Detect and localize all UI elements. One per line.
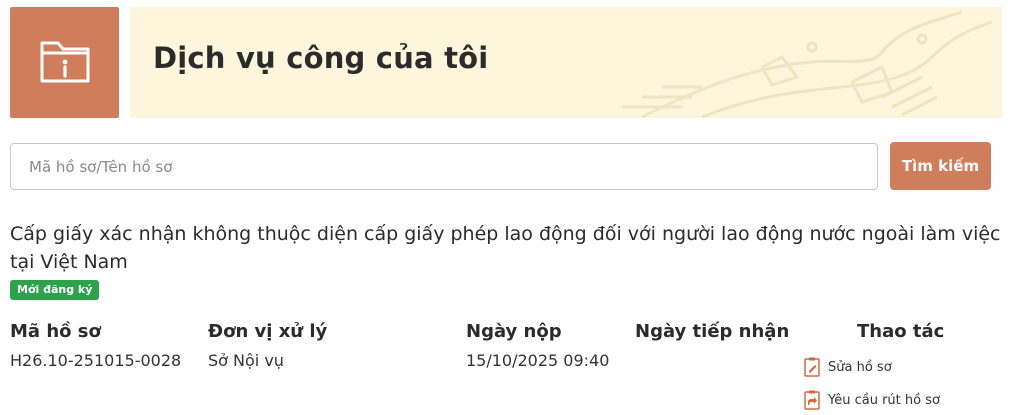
cell-unit: Sở Nội vụ: [208, 351, 284, 370]
status-badge: Mới đăng ký: [10, 280, 100, 300]
edit-record-label: Sửa hồ sơ: [828, 359, 892, 375]
withdraw-document-icon: [804, 390, 820, 410]
search-button[interactable]: Tìm kiếm: [890, 142, 991, 190]
record-title[interactable]: Cấp giấy xác nhận không thuộc diện cấp g…: [10, 220, 1005, 276]
header-actions: Thao tác: [857, 321, 945, 342]
header-icon-tile: [10, 7, 119, 118]
cell-code: H26.10-251015-0028: [10, 351, 182, 370]
header-submitted: Ngày nộp: [466, 321, 562, 342]
header-code: Mã hồ sơ: [10, 321, 101, 342]
search-input[interactable]: [10, 143, 878, 190]
header-banner: Dịch vụ công của tôi: [130, 7, 1002, 118]
cell-submitted: 15/10/2025 09:40: [466, 351, 610, 370]
edit-document-icon: [804, 357, 820, 377]
edit-record-button[interactable]: Sửa hồ sơ: [804, 357, 892, 377]
bird-pattern-decoration: [622, 10, 993, 118]
header-unit: Đơn vị xử lý: [208, 321, 328, 342]
header-received: Ngày tiếp nhận: [635, 321, 790, 342]
withdraw-request-label: Yêu cầu rút hồ sơ: [828, 392, 940, 408]
page-title: Dịch vụ công của tôi: [153, 41, 489, 75]
withdraw-request-button[interactable]: Yêu cầu rút hồ sơ: [804, 390, 940, 410]
folder-info-icon: [38, 37, 92, 89]
